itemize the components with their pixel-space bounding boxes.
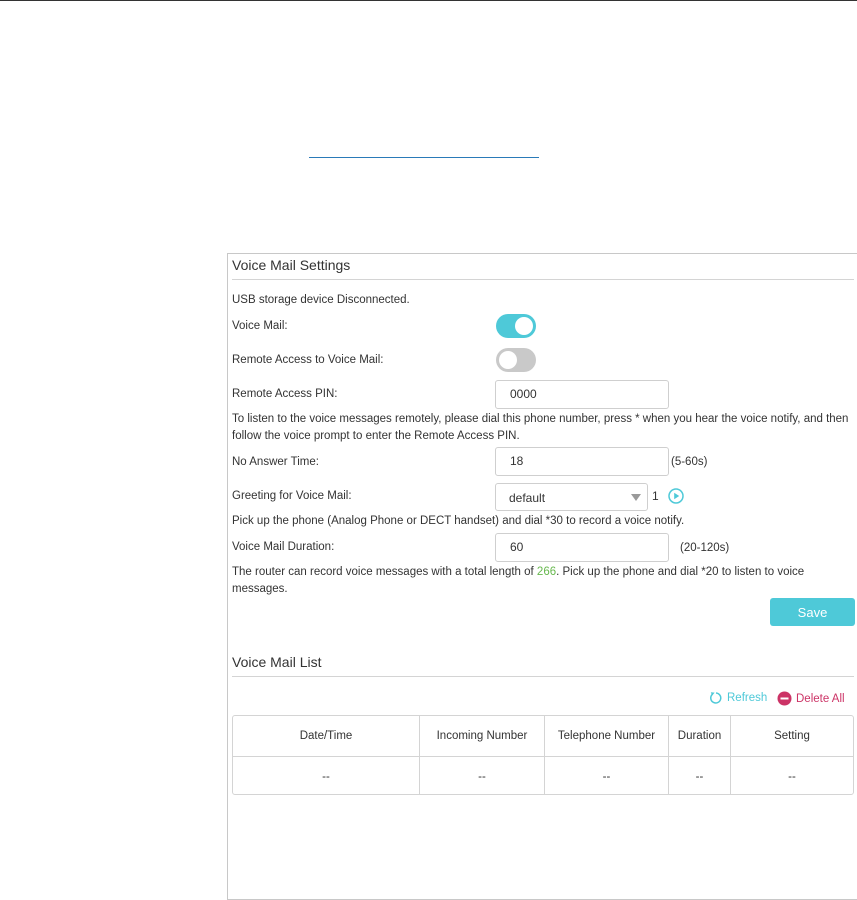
- duration-label: Voice Mail Duration:: [232, 541, 335, 553]
- delete-all-button[interactable]: Delete All: [777, 691, 845, 706]
- table-cell: --: [669, 757, 731, 794]
- top-divider: [0, 0, 857, 1]
- toggle-knob: [499, 351, 517, 369]
- table-cell: --: [545, 757, 669, 794]
- settings-divider: [232, 279, 854, 280]
- remote-access-info: To listen to the voice messages remotely…: [232, 413, 849, 442]
- greeting-number: 1: [652, 489, 659, 503]
- chevron-down-icon: [631, 494, 641, 501]
- save-button[interactable]: Save: [770, 598, 855, 626]
- column-header: Setting: [774, 730, 810, 742]
- record-info: The router can record voice messages wit…: [232, 564, 832, 598]
- link-underline: [309, 157, 539, 158]
- voice-mail-table: Date/Time Incoming Number Telephone Numb…: [232, 715, 854, 795]
- table-header-row: Date/Time Incoming Number Telephone Numb…: [233, 716, 853, 756]
- table-cell: --: [233, 757, 420, 794]
- voice-mail-panel: Voice Mail Settings USB storage device D…: [227, 253, 857, 900]
- remote-access-toggle[interactable]: [496, 348, 536, 372]
- delete-all-label: Delete All: [796, 692, 845, 705]
- voice-mail-label: Voice Mail:: [232, 320, 288, 332]
- refresh-icon: [710, 692, 722, 704]
- pin-input[interactable]: 0000: [495, 380, 669, 409]
- refresh-button[interactable]: Refresh: [709, 691, 767, 705]
- toggle-knob: [515, 317, 533, 335]
- greeting-info: Pick up the phone (Analog Phone or DECT …: [232, 515, 685, 527]
- column-header: Telephone Number: [545, 716, 669, 756]
- no-answer-hint: (5-60s): [671, 456, 708, 468]
- list-title: Voice Mail List: [232, 654, 322, 670]
- settings-title: Voice Mail Settings: [232, 257, 351, 273]
- pin-label: Remote Access PIN:: [232, 388, 338, 400]
- record-info-pre: The router can record voice messages wit…: [232, 566, 537, 578]
- greeting-select[interactable]: default: [495, 483, 648, 511]
- greeting-label: Greeting for Voice Mail:: [232, 490, 352, 502]
- voice-mail-toggle[interactable]: [496, 314, 536, 338]
- column-header: Incoming Number: [420, 716, 545, 756]
- record-total: 266: [536, 566, 557, 578]
- table-row: -- -- -- -- --: [233, 756, 853, 794]
- list-divider: [232, 676, 854, 677]
- column-header: Date/Time: [233, 716, 420, 756]
- refresh-label: Refresh: [727, 692, 768, 704]
- column-header: Duration: [669, 716, 731, 756]
- greeting-select-value: default: [509, 491, 546, 505]
- no-answer-input[interactable]: 18: [495, 447, 669, 476]
- table-cell: --: [420, 757, 545, 794]
- no-answer-label: No Answer Time:: [232, 456, 319, 468]
- usb-status-text: USB storage device Disconnected.: [232, 294, 410, 306]
- remote-access-label: Remote Access to Voice Mail:: [232, 354, 384, 366]
- minus-circle-icon: [777, 691, 792, 706]
- duration-hint: (20-120s): [680, 542, 730, 554]
- table-cell: --: [788, 770, 796, 783]
- duration-input[interactable]: 60: [495, 533, 669, 562]
- play-icon[interactable]: [668, 488, 684, 504]
